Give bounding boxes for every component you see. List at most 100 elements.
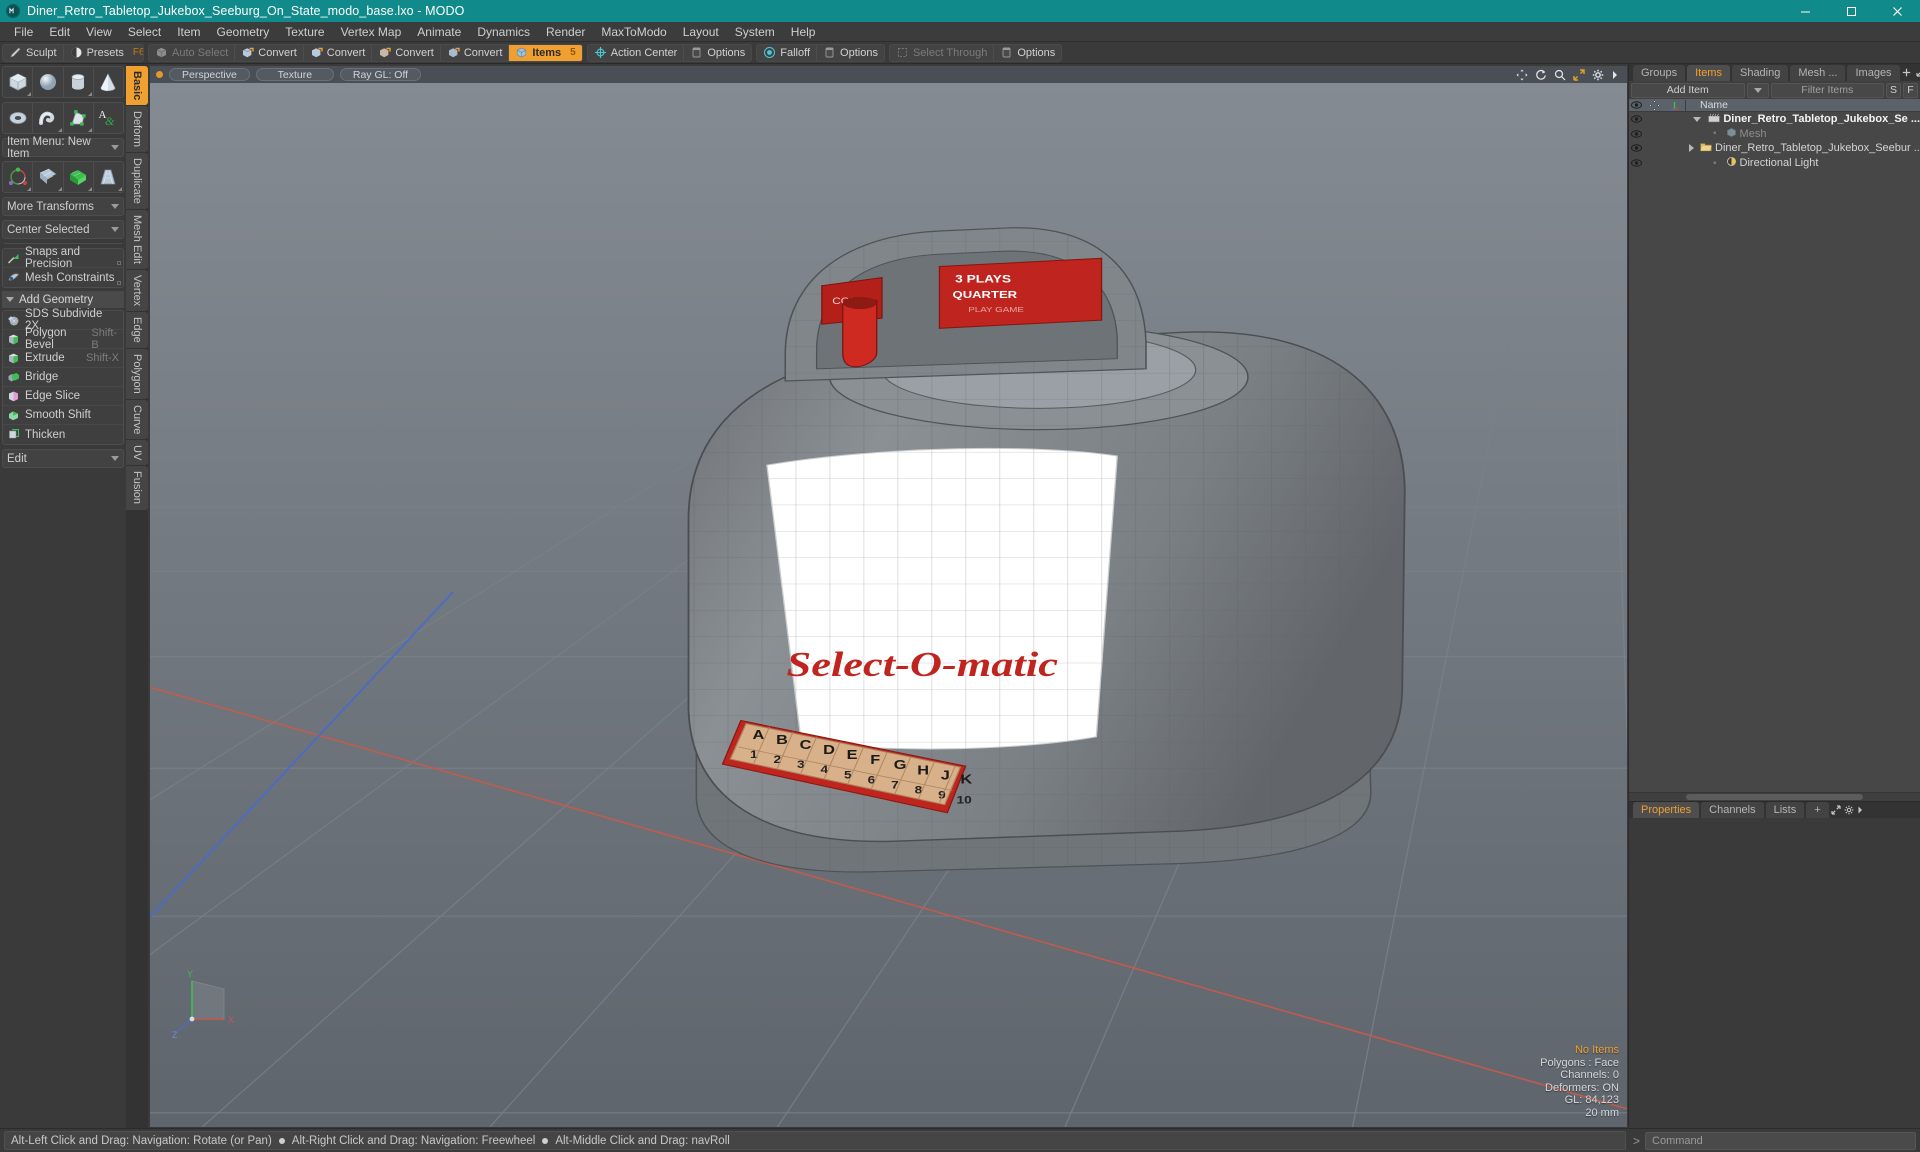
vtab-uv[interactable]: UV (126, 440, 148, 466)
polygon-bevel-item[interactable]: Polygon Bevel Shift-B (3, 327, 123, 351)
menu-layout[interactable]: Layout (675, 22, 727, 42)
taper-deform-button[interactable] (94, 162, 123, 192)
table-row[interactable]: ▪ Mesh (1629, 127, 1920, 142)
smooth-shift-item[interactable]: Smooth Shift (3, 406, 123, 425)
transform-gizmo-button[interactable] (3, 162, 34, 192)
tab-groups[interactable]: Groups (1633, 65, 1686, 81)
rotate-viewport-icon[interactable] (1535, 69, 1547, 81)
tab-add-properties[interactable]: + (1806, 802, 1829, 818)
gear-icon[interactable] (1592, 69, 1604, 81)
viewport-shading-pill[interactable]: Texture (255, 68, 334, 81)
menu-dynamics[interactable]: Dynamics (469, 22, 538, 42)
menu-item[interactable]: Item (169, 22, 208, 42)
menu-animate[interactable]: Animate (409, 22, 469, 42)
viewport-raygl-pill[interactable]: Ray GL: Off (339, 68, 422, 81)
filter-f-button[interactable]: F (1903, 82, 1918, 98)
vtab-mesh-edit[interactable]: Mesh Edit (126, 210, 148, 270)
vtab-curve[interactable]: Curve (126, 399, 148, 440)
row-eye-icon[interactable] (1629, 144, 1644, 153)
vtab-vertex[interactable]: Vertex (126, 270, 148, 312)
text-tool-button[interactable]: A & (94, 103, 123, 133)
filter-s-button[interactable]: S (1886, 82, 1901, 98)
gear-icon[interactable] (1844, 804, 1854, 818)
convert-material-button[interactable]: Convert (441, 44, 510, 61)
table-row[interactable]: Diner_Retro_Tabletop_Jukebox_Seebur ... (1629, 141, 1920, 156)
action-center-options-button[interactable]: Options (684, 45, 751, 61)
center-selected-dropdown[interactable]: Center Selected (2, 220, 124, 239)
fit-viewport-icon[interactable] (1573, 68, 1585, 81)
add-geometry-header[interactable]: Add Geometry (2, 291, 124, 308)
tab-properties[interactable]: Properties (1633, 802, 1700, 818)
edge-slice-item[interactable]: Edge Slice (3, 387, 123, 406)
item-tree-scrollbar[interactable] (1629, 792, 1920, 801)
sphere-primitive-button[interactable] (33, 67, 64, 97)
tab-shading[interactable]: Shading (1731, 65, 1789, 81)
add-item-dropdown-button[interactable] (1746, 82, 1769, 98)
minimize-icon[interactable] (1782, 0, 1828, 22)
scrollbar-thumb[interactable] (1685, 794, 1864, 800)
convert-vertex-button[interactable]: Convert (235, 44, 304, 61)
viewport-3d[interactable]: COIN 3 PLAYS QUARTER PLAY GAME Select-O-… (150, 83, 1627, 1127)
extrude-item[interactable]: Extrude Shift-X (3, 349, 123, 368)
polygon-tool-button[interactable] (64, 103, 94, 133)
menu-render[interactable]: Render (538, 22, 593, 42)
tube-primitive-button[interactable] (33, 103, 64, 133)
grid-plane-button[interactable] (33, 162, 64, 192)
select-through-options-button[interactable]: Options (994, 45, 1061, 61)
menu-vertex-map[interactable]: Vertex Map (333, 22, 410, 42)
menu-file[interactable]: File (6, 22, 41, 42)
bridge-item[interactable]: Bridge (3, 368, 123, 387)
plus-icon[interactable] (1902, 66, 1911, 80)
expand-toggle-icon[interactable] (1693, 116, 1702, 122)
table-row[interactable]: ▪ Directional Light (1629, 156, 1920, 171)
menu-geometry[interactable]: Geometry (209, 22, 278, 42)
falloff-options-button[interactable]: Options (817, 45, 884, 61)
falloff-button[interactable]: Falloff (757, 44, 818, 61)
vtab-deform[interactable]: Deform (126, 106, 148, 153)
row-eye-icon[interactable] (1629, 115, 1644, 123)
convert-polygon-button[interactable]: Convert (372, 44, 441, 61)
tab-lists[interactable]: Lists (1765, 802, 1805, 818)
tab-mesh[interactable]: Mesh ... (1790, 65, 1846, 81)
tab-items[interactable]: Items (1687, 65, 1730, 81)
cylinder-primitive-button[interactable] (64, 67, 94, 97)
menu-system[interactable]: System (727, 22, 783, 42)
maximize-icon[interactable] (1828, 0, 1874, 22)
vtab-basic[interactable]: Basic (126, 66, 148, 106)
vtab-polygon[interactable]: Polygon (126, 349, 148, 399)
menu-maxtomodo[interactable]: MaxToModo (593, 22, 674, 42)
menu-view[interactable]: View (78, 22, 120, 42)
action-center-button[interactable]: Action Center (588, 44, 685, 61)
cone-primitive-button[interactable] (94, 67, 123, 97)
bend-deform-button[interactable] (64, 162, 94, 192)
menu-help[interactable]: Help (783, 22, 824, 42)
expand-icon[interactable] (1915, 66, 1920, 80)
snaps-and-precision-item[interactable]: Snaps and Precision (3, 246, 123, 270)
expand-icon[interactable] (1831, 804, 1841, 818)
table-row[interactable]: Diner_Retro_Tabletop_Jukebox_Se ... (1629, 112, 1920, 127)
more-transforms-dropdown[interactable]: More Transforms (2, 197, 124, 216)
menu-select[interactable]: Select (120, 22, 169, 42)
chevron-right-icon[interactable] (1857, 804, 1864, 818)
vtab-fusion[interactable]: Fusion (126, 466, 148, 510)
items-mode-button[interactable]: Items 5 (509, 44, 582, 61)
close-icon[interactable] (1874, 0, 1920, 22)
convert-edge-button[interactable]: Convert (304, 44, 373, 61)
expand-toggle-icon[interactable] (1689, 144, 1694, 153)
filter-items-input[interactable]: Filter Items (1770, 82, 1884, 98)
move-viewport-icon[interactable] (1516, 69, 1528, 81)
vtab-edge[interactable]: Edge (126, 312, 148, 349)
tab-channels[interactable]: Channels (1701, 802, 1764, 818)
torus-primitive-button[interactable] (3, 103, 34, 133)
item-menu-dropdown[interactable]: Item Menu: New Item (2, 136, 124, 160)
row-eye-icon[interactable] (1629, 130, 1644, 138)
chevron-right-icon[interactable] (1611, 69, 1619, 81)
tab-images[interactable]: Images (1847, 65, 1900, 81)
viewport-active-dot[interactable] (156, 71, 163, 78)
mesh-constraints-item[interactable]: Mesh Constraints (3, 268, 123, 287)
command-input[interactable]: Command (1645, 1131, 1916, 1150)
select-through-button[interactable]: Select Through (890, 44, 995, 61)
thicken-item[interactable]: Thicken (3, 425, 123, 444)
row-eye-icon[interactable] (1629, 159, 1644, 167)
cube-primitive-button[interactable] (3, 67, 34, 97)
